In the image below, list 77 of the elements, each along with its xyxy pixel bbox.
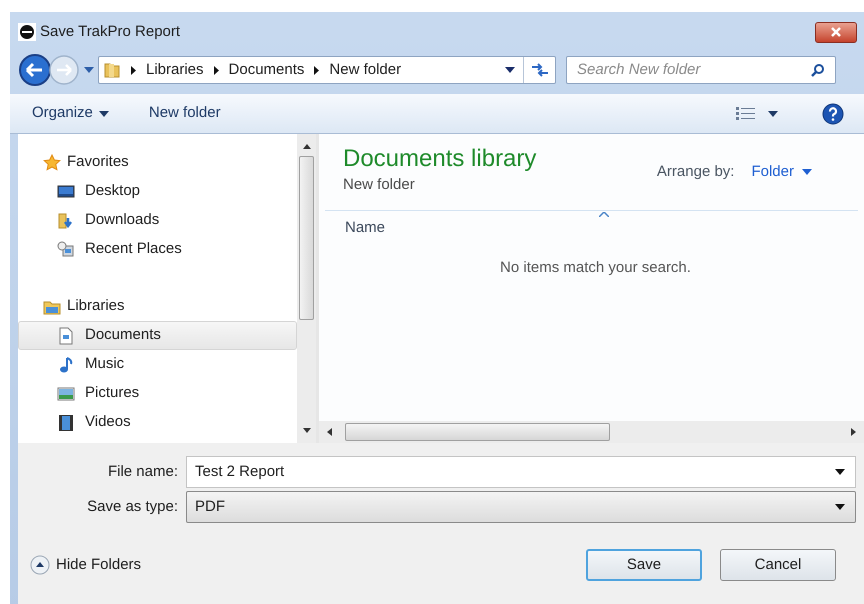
- dropdown-arrow-icon[interactable]: [505, 67, 515, 73]
- new-folder-button[interactable]: New folder: [148, 102, 221, 125]
- save-as-type-label: Save as type:: [86, 496, 179, 517]
- nav-item-label: Recent Places: [85, 239, 182, 260]
- nav-item-label: Pictures: [85, 383, 140, 404]
- nav-item-label: Documents: [85, 325, 161, 346]
- nav-item[interactable]: Recent Places: [18, 235, 297, 264]
- breadcrumb-item[interactable]: Documents: [228, 58, 304, 82]
- library-subtitle: New folder: [343, 175, 416, 195]
- nav-item[interactable]: Pictures: [18, 379, 297, 408]
- breadcrumb-item[interactable]: Libraries: [146, 58, 204, 82]
- save-button[interactable]: Save: [586, 549, 702, 581]
- file-name-value: Test 2 Report: [195, 462, 286, 482]
- nav-group-label: Libraries: [67, 296, 125, 316]
- dropdown-arrow-icon[interactable]: [835, 504, 845, 510]
- nav-group-label: Favorites: [67, 152, 129, 172]
- file-name-label: File name:: [106, 462, 179, 482]
- nav-item[interactable]: Desktop: [18, 177, 297, 206]
- nav-item[interactable]: Music: [18, 350, 297, 379]
- breadcrumb-arrow-icon[interactable]: [314, 66, 320, 74]
- empty-message: No items match your search.: [500, 258, 691, 278]
- sort-ascending-icon: [599, 212, 609, 217]
- vertical-scrollbar[interactable]: [297, 134, 316, 443]
- window-title: Save TrakPro Report: [40, 22, 180, 42]
- library-title: Documents library: [343, 144, 536, 174]
- app-logo-icon: [18, 23, 36, 41]
- help-icon[interactable]: [822, 102, 844, 124]
- folder-icon: [103, 61, 121, 79]
- nav-item-label: Downloads: [85, 210, 160, 230]
- close-button[interactable]: [815, 22, 857, 42]
- history-dropdown-icon[interactable]: [84, 67, 94, 73]
- nav-item-label: Music: [85, 354, 124, 374]
- save-as-type-dropdown[interactable]: PDF: [186, 491, 856, 523]
- star-icon: [43, 154, 61, 172]
- scroll-thumb[interactable]: [345, 423, 610, 441]
- breadcrumb-arrow-icon[interactable]: [214, 66, 219, 74]
- nav-item-label: Videos: [85, 412, 131, 432]
- breadcrumb-item[interactable]: New folder: [329, 58, 402, 82]
- arrange-by-dropdown[interactable]: Folder: [751, 161, 812, 184]
- scroll-up-icon[interactable]: [302, 144, 310, 149]
- dropdown-arrow-icon[interactable]: [768, 110, 778, 116]
- nav-group[interactable]: Libraries: [18, 292, 297, 321]
- collapse-icon: [30, 555, 50, 575]
- file-name-field[interactable]: Test 2 Report: [186, 456, 856, 488]
- scroll-thumb[interactable]: [299, 156, 314, 320]
- arrange-by-label: Arrange by:: [656, 162, 734, 182]
- scroll-down-icon[interactable]: [302, 428, 310, 433]
- address-bar[interactable]: Libraries Documents New folder: [98, 56, 556, 84]
- nav-item[interactable]: Videos: [18, 408, 297, 437]
- nav-item[interactable]: Documents: [18, 321, 297, 350]
- scroll-right-icon[interactable]: [851, 428, 856, 436]
- refresh-icon[interactable]: [530, 63, 548, 77]
- column-header[interactable]: Name: [345, 216, 386, 240]
- hide-folders-button[interactable]: Hide Folders: [30, 554, 142, 576]
- music-note-icon: [57, 356, 75, 374]
- monitor-icon: [57, 182, 75, 200]
- scroll-left-icon[interactable]: [327, 428, 332, 436]
- breadcrumb-arrow-icon[interactable]: [131, 66, 136, 74]
- nav-item[interactable]: Downloads: [18, 206, 297, 235]
- save-as-type-value: PDF: [195, 496, 226, 517]
- view-options-icon[interactable]: [736, 106, 756, 120]
- search-icon: [811, 63, 825, 77]
- caret-icon: [98, 110, 109, 116]
- search-placeholder: Search New folder: [577, 60, 702, 80]
- recent-places-icon: [57, 240, 75, 258]
- dropdown-arrow-icon[interactable]: [835, 469, 845, 475]
- nav-group[interactable]: Favorites: [18, 148, 297, 177]
- download-folder-icon: [57, 212, 75, 230]
- document-icon: [57, 326, 75, 344]
- close-icon: [830, 27, 842, 37]
- landscape-picture-icon: [57, 384, 75, 402]
- organize-menu[interactable]: Organize: [32, 102, 109, 125]
- horizontal-scrollbar[interactable]: [319, 421, 864, 443]
- film-strip-icon: [57, 414, 75, 432]
- cancel-button[interactable]: Cancel: [720, 549, 836, 581]
- nav-item-label: Desktop: [85, 181, 140, 202]
- caret-icon: [802, 169, 812, 176]
